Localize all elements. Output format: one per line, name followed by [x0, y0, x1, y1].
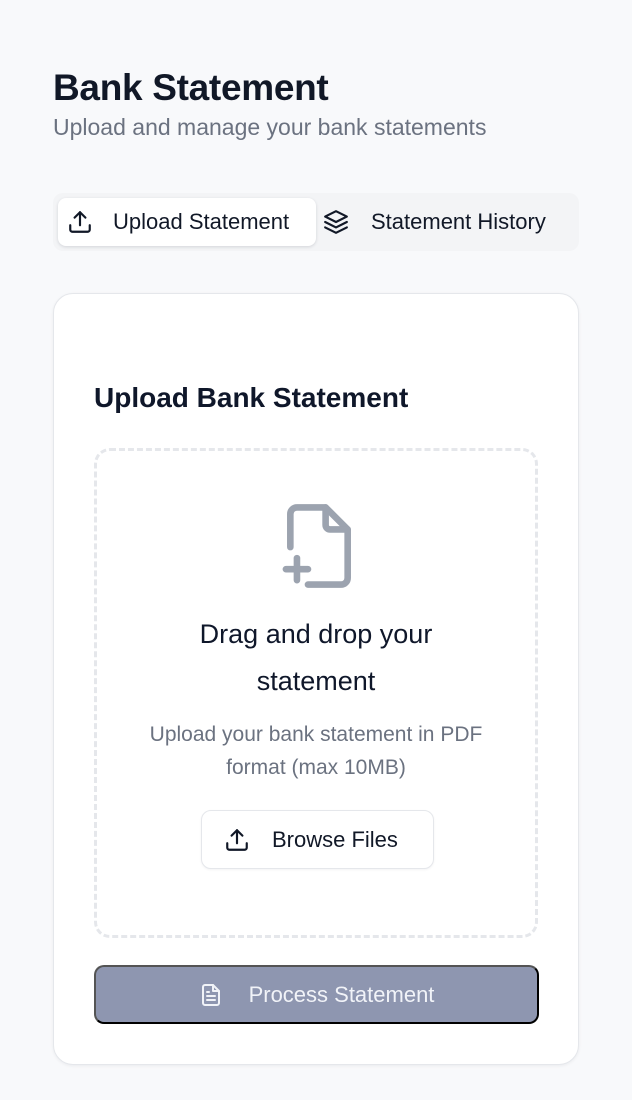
page-subtitle: Upload and manage your bank statements [53, 114, 487, 140]
tab-statement-history[interactable]: Statement History [316, 198, 546, 246]
dropzone-description: Upload your bank statement in PDF format… [149, 723, 483, 779]
tab-upload-statement[interactable]: Upload Statement [58, 198, 316, 246]
tab-label: Statement History [371, 209, 546, 234]
tab-list: Upload Statement Statement History [53, 193, 579, 251]
page-header: Bank Statement Upload and manage your ba… [53, 66, 486, 142]
upload-icon [66, 208, 94, 236]
dropzone-heading: Drag and drop your statement [199, 619, 433, 696]
browse-files-label: Browse Files [272, 826, 398, 852]
tab-label: Upload Statement [113, 209, 290, 234]
page-title: Bank Statement [53, 67, 329, 108]
upload-card: Upload Bank Statement Drag and drop your… [53, 293, 579, 1065]
file-plus-icon [281, 503, 357, 589]
process-statement-button[interactable]: Process Statement [94, 965, 539, 1024]
upload-icon [224, 827, 250, 853]
card-title: Upload Bank Statement [94, 382, 409, 413]
process-statement-label: Process Statement [248, 981, 435, 1007]
browse-files-button[interactable]: Browse Files [201, 810, 434, 869]
layers-icon [322, 208, 350, 236]
file-text-icon [199, 982, 223, 1008]
file-dropzone[interactable]: Drag and drop your statement Upload your… [94, 448, 538, 938]
